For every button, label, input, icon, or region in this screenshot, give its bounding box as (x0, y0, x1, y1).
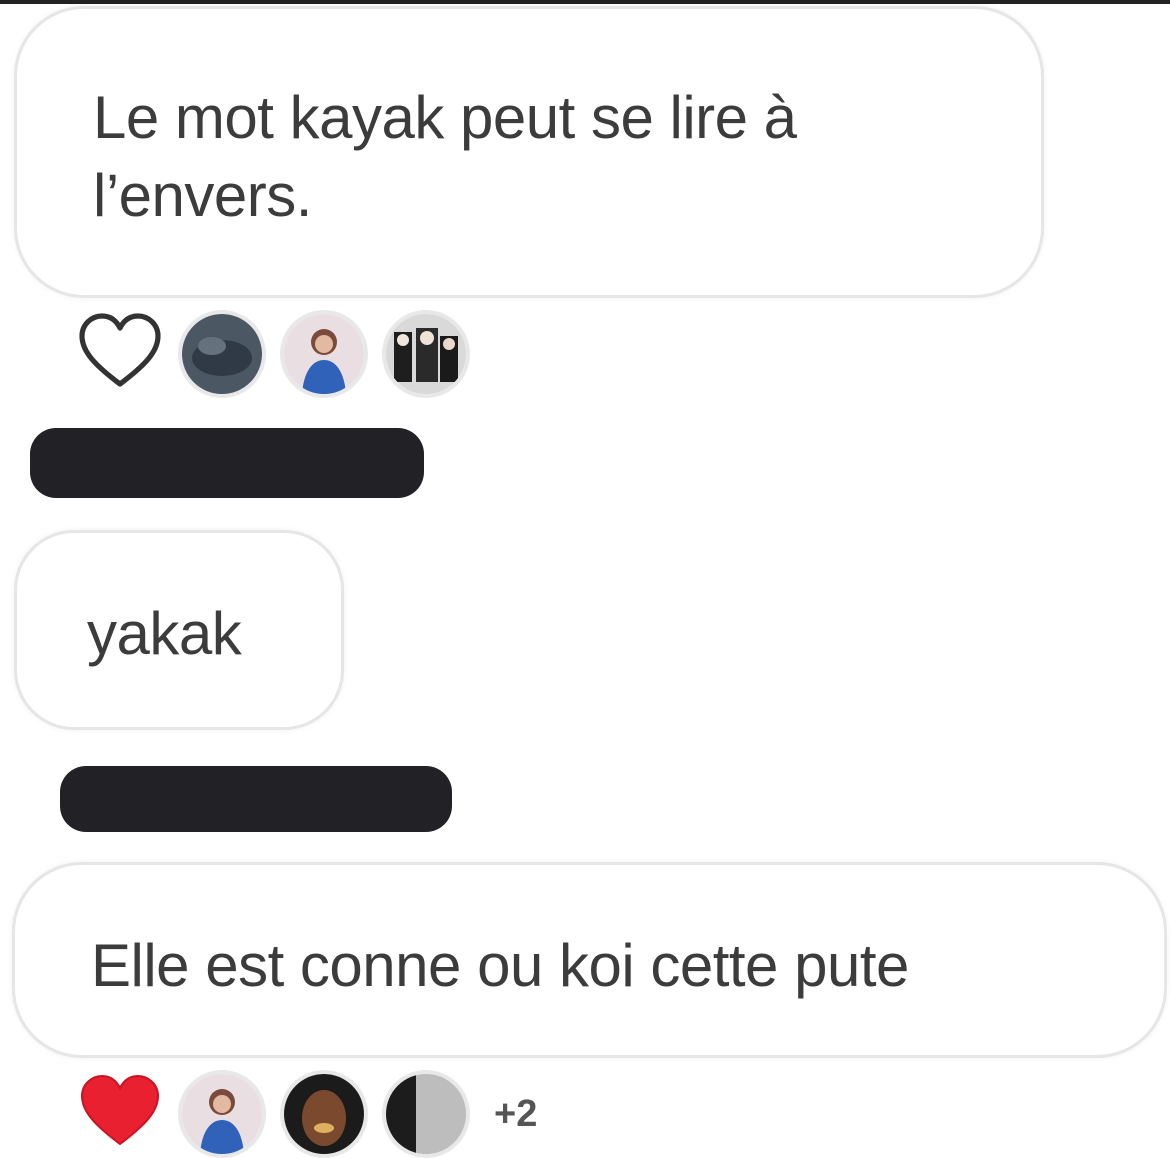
reactor-avatar-4[interactable] (178, 1070, 266, 1158)
message-text-2: yakak (87, 600, 242, 667)
message-bubble-2[interactable]: yakak (14, 530, 344, 730)
reactions-row-1 (76, 310, 484, 398)
reactions-row-2: +2 (76, 1070, 537, 1158)
message-bubble-3[interactable]: Elle est conne ou koi cette pute (12, 862, 1167, 1058)
heart-filled-icon[interactable] (76, 1072, 164, 1157)
top-border (0, 0, 1170, 4)
message-text-1: Le mot kayak peut se lire à l’envers. (93, 84, 797, 229)
message-bubble-1[interactable]: Le mot kayak peut se lire à l’envers. (14, 6, 1044, 298)
redacted-username-1 (30, 428, 424, 498)
reactor-avatar-3[interactable] (382, 310, 470, 398)
message-text-3: Elle est conne ou koi cette pute (91, 932, 909, 999)
reactor-avatar-1[interactable] (178, 310, 266, 398)
redacted-username-2 (60, 766, 452, 832)
reactor-avatar-5[interactable] (280, 1070, 368, 1158)
reactor-avatar-2[interactable] (280, 310, 368, 398)
heart-outline-icon[interactable] (76, 312, 164, 397)
reactor-avatar-6[interactable] (382, 1070, 470, 1158)
extra-reactions-count[interactable]: +2 (494, 1093, 537, 1136)
